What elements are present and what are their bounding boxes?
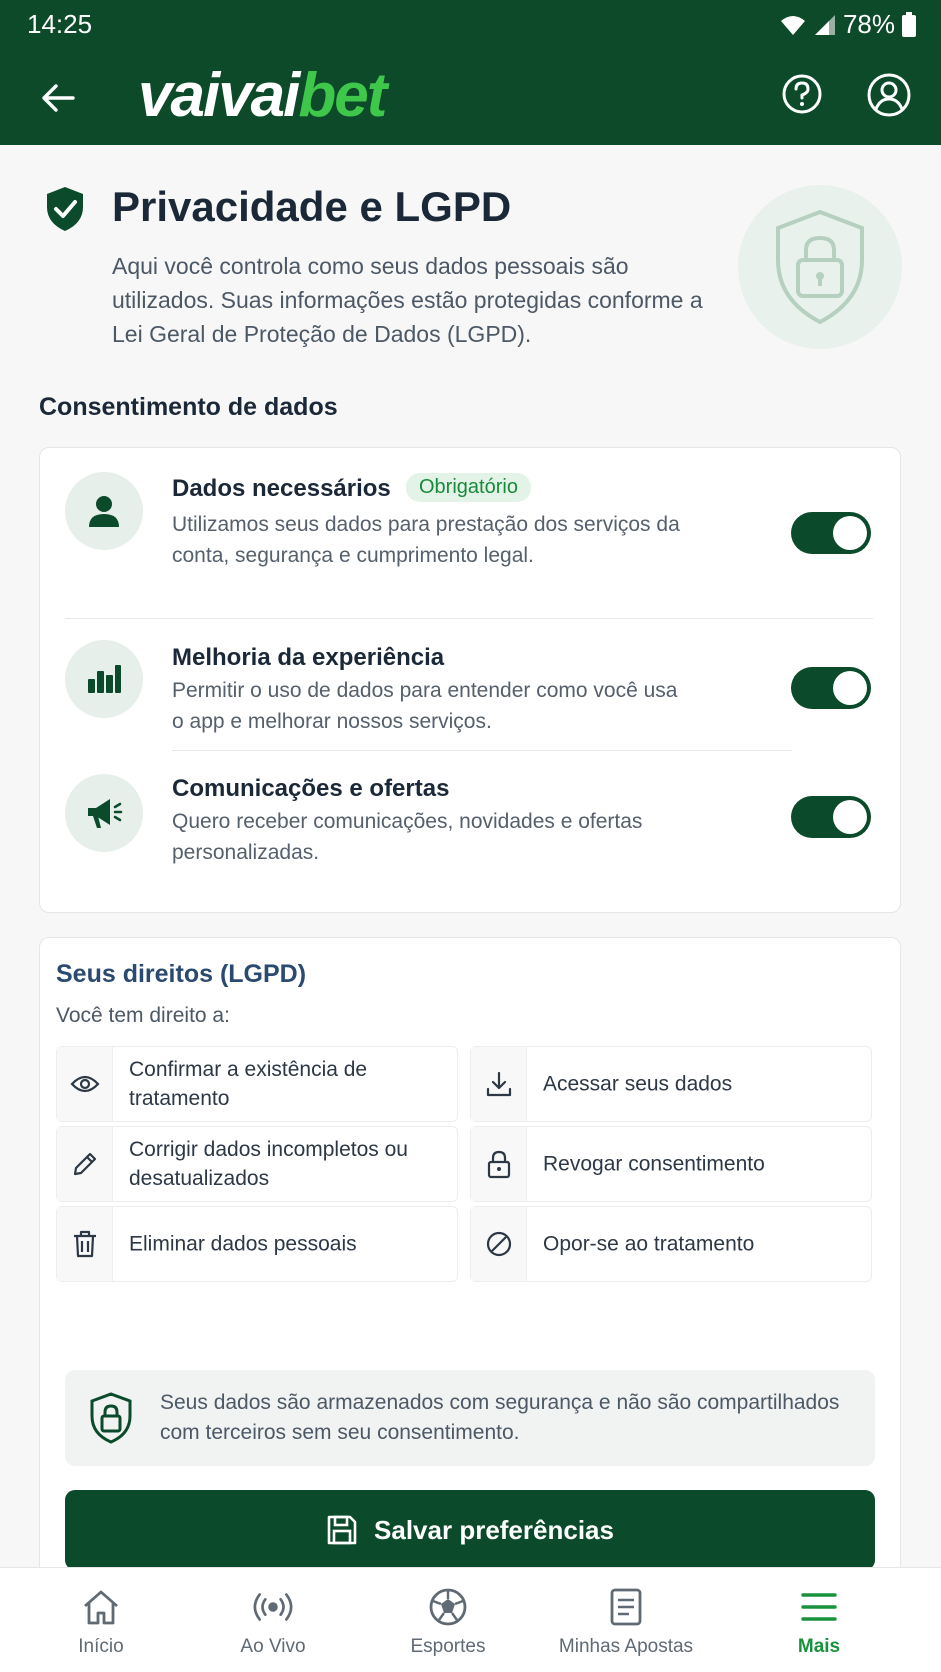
consent-item-title: Comunicações e ofertas [172, 775, 450, 802]
document-icon [605, 1586, 647, 1628]
user-circle-icon [867, 73, 911, 117]
required-badge: Obrigatório [406, 473, 531, 502]
right-item-delete[interactable]: Eliminar dados pessoais [56, 1206, 458, 1282]
right-item-label: Corrigir dados incompletos ou desatualiz… [129, 1138, 408, 1190]
status-bar: 14:25 78% [0, 0, 941, 48]
shield-lock-small-icon [89, 1392, 133, 1444]
help-button[interactable] [780, 72, 824, 116]
main-content: Privacidade e LGPD Aqui você controla co… [0, 145, 941, 1577]
security-note: Seus dados são armazenados com segurança… [65, 1370, 875, 1466]
signal-icon [813, 13, 837, 37]
shield-lock-icon [738, 185, 902, 349]
nav-label: Mais [797, 1636, 841, 1657]
toggle-communications[interactable] [791, 796, 871, 838]
profile-button[interactable] [866, 72, 912, 118]
shield-check-icon [44, 185, 86, 233]
block-icon [471, 1207, 527, 1281]
right-item-label: Acessar seus dados [543, 1072, 733, 1096]
soccer-ball-icon [427, 1586, 469, 1628]
right-item-label: Revogar consentimento [543, 1152, 765, 1176]
toggle-knob [833, 800, 867, 834]
page-title: Privacidade e LGPD [112, 183, 512, 230]
consent-section-title: Consentimento de dados [39, 393, 338, 421]
battery-icon [901, 11, 917, 38]
bottom-nav: Início Ao Vivo Esportes Minhas Apostas M… [0, 1567, 941, 1672]
rights-title: Seus direitos (LGPD) [56, 960, 307, 988]
bar-chart-icon [65, 640, 143, 718]
wifi-icon [779, 13, 807, 37]
toggle-experience[interactable] [791, 667, 871, 709]
battery-level: 78% [842, 9, 895, 39]
save-button-label: Salvar preferências [374, 1514, 614, 1545]
nav-label: Início [78, 1636, 124, 1657]
nav-label: Minhas Apostas [558, 1636, 694, 1657]
consent-item-title: Melhoria da experiência [172, 644, 445, 671]
megaphone-icon [65, 774, 143, 852]
rights-card: Seus direitos (LGPD) Você tem direito a:… [39, 937, 901, 1577]
intro-text: Aqui você controla como seus dados pesso… [112, 253, 703, 347]
nav-item-home[interactable]: Início [56, 1568, 146, 1672]
right-item-correct[interactable]: Corrigir dados incompletos ou desatualiz… [56, 1126, 458, 1202]
app-header: 14:25 78% vaivaibet [0, 0, 941, 145]
nav-item-live[interactable]: Ao Vivo [228, 1568, 318, 1672]
back-button[interactable] [36, 76, 80, 120]
status-time: 14:25 [27, 9, 93, 39]
consent-item-description: Permitir o uso de dados para entender co… [172, 679, 678, 733]
right-item-access[interactable]: Acessar seus dados [470, 1046, 872, 1122]
divider [65, 618, 873, 619]
arrow-left-icon [42, 84, 75, 112]
right-item-revoke[interactable]: Revogar consentimento [470, 1126, 872, 1202]
status-indicators: 78% [779, 9, 917, 40]
toggle-knob [833, 516, 867, 550]
toggle-knob [833, 671, 867, 705]
trash-icon [57, 1207, 113, 1281]
nav-label: Esportes [410, 1636, 486, 1657]
nav-item-sports[interactable]: Esportes [398, 1568, 498, 1672]
consent-item-description: Utilizamos seus dados para prestação dos… [172, 513, 680, 567]
logo-text-green: bet [298, 61, 387, 130]
help-circle-icon [782, 74, 822, 114]
download-icon [471, 1047, 527, 1121]
home-icon [80, 1586, 122, 1628]
divider [172, 750, 792, 751]
nav-item-more[interactable]: Mais [774, 1568, 864, 1672]
user-icon [65, 472, 143, 550]
consent-item-title: Dados necessários [172, 475, 391, 502]
header-row: vaivaibet [0, 60, 941, 132]
toggle-necessary[interactable] [791, 512, 871, 554]
right-item-oppose[interactable]: Opor-se ao tratamento [470, 1206, 872, 1282]
pencil-icon [57, 1127, 113, 1201]
eye-icon [57, 1047, 113, 1121]
nav-item-my-bets[interactable]: Minhas Apostas [548, 1568, 704, 1672]
nav-label: Ao Vivo [240, 1636, 306, 1657]
save-preferences-button[interactable]: Salvar preferências [65, 1490, 875, 1570]
lock-icon [471, 1127, 527, 1201]
rights-subtitle: Você tem direito a: [56, 1004, 230, 1027]
live-icon [252, 1586, 294, 1628]
security-note-text: Seus dados são armazenados com segurança… [160, 1391, 840, 1444]
consent-card: Dados necessários Obrigatório Utilizamos… [39, 447, 901, 913]
right-item-label: Opor-se ao tratamento [543, 1232, 755, 1256]
right-item-confirm[interactable]: Confirmar a existência de tratamento [56, 1046, 458, 1122]
menu-icon [798, 1586, 840, 1628]
right-item-label: Confirmar a existência de tratamento [129, 1058, 368, 1110]
consent-item-description: Quero receber comunicações, novidades e … [172, 810, 643, 864]
logo-text-white: vaivai [138, 61, 300, 130]
right-item-label: Eliminar dados pessoais [129, 1232, 357, 1256]
save-icon [327, 1515, 357, 1545]
brand-logo: vaivaibet [138, 61, 387, 130]
